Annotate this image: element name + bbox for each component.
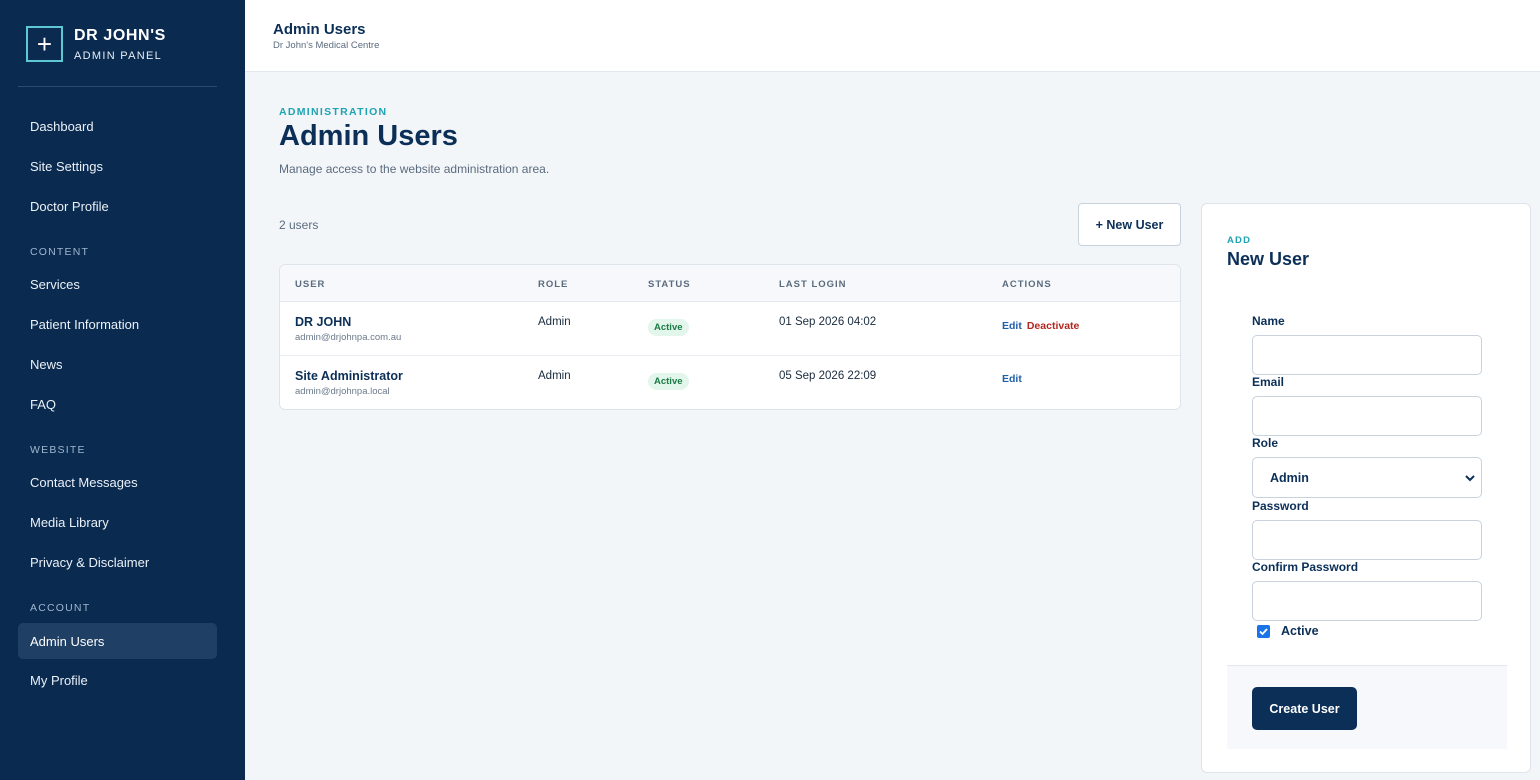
name-label: Name: [1252, 314, 1285, 328]
form-title: New User: [1227, 249, 1310, 269]
edit-link[interactable]: Edit: [1002, 373, 1022, 385]
user-email: admin@drjohnpa.local: [295, 386, 390, 397]
form-footer: Create User: [1227, 665, 1507, 749]
status-badge: Active: [648, 319, 689, 336]
sidebar-item-faq[interactable]: FAQ: [18, 386, 217, 422]
active-checkbox[interactable]: [1257, 624, 1270, 638]
table-row: DR JOHN admin@drjohnpa.com.au Admin Acti…: [280, 302, 1180, 356]
column-header-user: USER: [295, 279, 326, 290]
sidebar-item-services[interactable]: Services: [18, 266, 217, 302]
sidebar-section-content: CONTENT: [30, 246, 90, 258]
sidebar-item-doctor-profile[interactable]: Doctor Profile: [18, 188, 217, 224]
brand-title: DR JOHN'S: [74, 27, 166, 44]
sidebar-section-website: WEBSITE: [30, 444, 86, 456]
last-login: 05 Sep 2026 22:09: [779, 370, 877, 382]
plus-icon: +: [26, 26, 63, 62]
confirm-password-field[interactable]: [1252, 581, 1482, 621]
topbar: Admin Users Dr John's Medical Centre: [245, 0, 1540, 72]
status-badge: Active: [648, 373, 689, 390]
brand[interactable]: + DR JOHN'S ADMIN PANEL: [26, 26, 166, 62]
email-label: Email: [1252, 375, 1285, 389]
column-header-status: STATUS: [648, 279, 691, 290]
email-field[interactable]: [1252, 396, 1482, 436]
sidebar-section-account: ACCOUNT: [30, 602, 91, 614]
sidebar: + DR JOHN'S ADMIN PANEL Dashboard Site S…: [0, 0, 245, 780]
new-user-form: ADD New User Name Email Role Admin Passw…: [1201, 203, 1531, 773]
confirm-password-label: Confirm Password: [1252, 560, 1359, 574]
password-field[interactable]: [1252, 520, 1482, 560]
sidebar-item-my-profile[interactable]: My Profile: [18, 662, 217, 698]
form-eyebrow: ADD: [1227, 235, 1252, 246]
user-count: 2 users: [279, 218, 319, 232]
sidebar-item-news[interactable]: News: [18, 346, 217, 382]
sidebar-item-contact-messages[interactable]: Contact Messages: [18, 464, 217, 500]
new-user-button[interactable]: + New User: [1078, 203, 1181, 246]
user-role: Admin: [538, 316, 571, 328]
user-role: Admin: [538, 370, 571, 382]
page-eyebrow: ADMINISTRATION: [279, 106, 388, 118]
role-label: Role: [1252, 436, 1279, 450]
sidebar-item-dashboard[interactable]: Dashboard: [18, 108, 217, 144]
check-icon: [1259, 627, 1268, 635]
deactivate-link[interactable]: Deactivate: [1027, 320, 1080, 332]
page-title: Admin Users: [279, 120, 458, 152]
column-header-role: ROLE: [538, 279, 569, 290]
role-select-value: Admin: [1270, 470, 1309, 485]
role-select[interactable]: Admin: [1252, 457, 1482, 498]
sidebar-item-site-settings[interactable]: Site Settings: [18, 148, 217, 184]
page-description: Manage access to the website administrat…: [279, 162, 550, 176]
edit-link[interactable]: Edit: [1002, 320, 1022, 332]
create-user-button[interactable]: Create User: [1252, 687, 1357, 730]
sidebar-item-patient-information[interactable]: Patient Information: [18, 306, 217, 342]
topbar-title: Admin Users: [273, 21, 366, 38]
sidebar-item-media-library[interactable]: Media Library: [18, 504, 217, 540]
users-table: USER ROLE STATUS LAST LOGIN ACTIONS DR J…: [279, 264, 1181, 410]
sidebar-divider: [18, 86, 217, 87]
column-header-actions: ACTIONS: [1002, 279, 1052, 290]
table-row: Site Administrator admin@drjohnpa.local …: [280, 356, 1180, 409]
sidebar-item-admin-users[interactable]: Admin Users: [18, 623, 217, 659]
user-name: DR JOHN: [295, 315, 352, 329]
user-email: admin@drjohnpa.com.au: [295, 332, 402, 343]
active-label: Active: [1281, 624, 1319, 638]
brand-subtitle: ADMIN PANEL: [74, 50, 163, 62]
column-header-last-login: LAST LOGIN: [779, 279, 847, 290]
chevron-down-icon: [1465, 475, 1475, 482]
user-name: Site Administrator: [295, 369, 403, 383]
last-login: 01 Sep 2026 04:02: [779, 316, 877, 328]
topbar-subtitle: Dr John's Medical Centre: [273, 40, 380, 51]
table-header: USER ROLE STATUS LAST LOGIN ACTIONS: [280, 265, 1180, 302]
sidebar-item-privacy-disclaimer[interactable]: Privacy & Disclaimer: [18, 544, 217, 580]
name-field[interactable]: [1252, 335, 1482, 375]
password-label: Password: [1252, 499, 1309, 513]
